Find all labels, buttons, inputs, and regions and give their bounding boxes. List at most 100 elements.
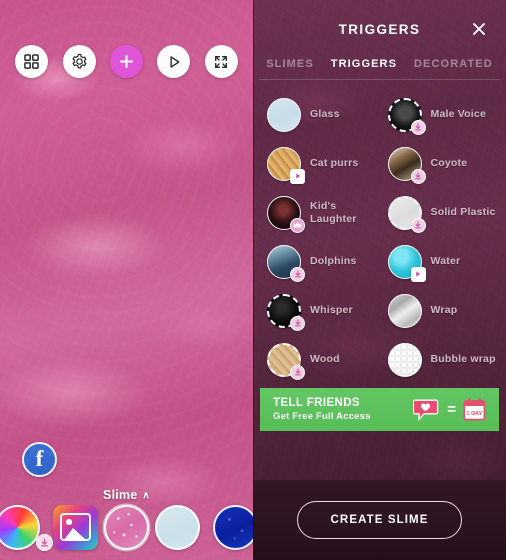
light-blue-slime[interactable] (154, 504, 200, 550)
image-icon (60, 513, 92, 541)
facebook-share-button[interactable]: f (22, 442, 57, 477)
trigger-label: Bubble wrap (430, 353, 496, 366)
close-icon (473, 23, 485, 35)
trigger-label: Whisper (310, 304, 353, 317)
premium-crown-badge (290, 217, 305, 233)
download-badge (410, 168, 426, 184)
download-arrow-icon (294, 270, 301, 278)
download-arrow-icon (415, 221, 421, 229)
trigger-thumbnail-wrap (387, 97, 426, 135)
plus-icon-button[interactable] (109, 45, 143, 78)
tell-friends-banner[interactable]: TELL FRIENDS Get Free Full Access = 1 DA… (260, 388, 499, 431)
tab-decorated[interactable]: DECORATED (414, 58, 493, 70)
gear-icon-button[interactable] (62, 45, 96, 78)
panel-header: TRIGGERS (253, 0, 506, 58)
trigger-thumbnail-wrap (387, 342, 422, 377)
trigger-thumbnail-wrap (387, 146, 426, 184)
trigger-label: Dolphins (310, 255, 357, 268)
create-slime-button[interactable]: CREATE SLIME (297, 501, 462, 539)
gear-icon (72, 53, 87, 69)
grid-icon-button[interactable] (15, 45, 49, 78)
trigger-label: Solid Plastic (430, 206, 496, 219)
trigger-item[interactable]: Dolphins (259, 237, 380, 286)
fullscreen-icon-button[interactable] (204, 45, 238, 78)
play-badge (410, 266, 426, 282)
play-icon-button[interactable] (157, 45, 191, 78)
tab-triggers[interactable]: TRIGGERS (331, 58, 397, 70)
trigger-item[interactable]: Kid's Laughter (259, 188, 380, 237)
download-arrow-icon (294, 319, 301, 327)
calendar-day-text: 1 DAY (466, 411, 482, 417)
download-badge (290, 266, 305, 282)
trigger-label: Kid's Laughter (310, 199, 357, 225)
trigger-item[interactable]: Cat purrs (259, 139, 380, 188)
trigger-grid: Glass Male Voice Cat purrs Coyote Kid's Laug… (253, 80, 506, 380)
top-toolbar (0, 45, 253, 78)
dark-blue-slime[interactable] (213, 504, 253, 550)
grid-icon (24, 54, 39, 69)
trigger-thumbnail-wrap (387, 195, 426, 233)
trigger-item[interactable]: Solid Plastic (380, 188, 501, 237)
chevron-up-icon: ∧ (142, 489, 150, 501)
play-badge (290, 168, 305, 184)
swatch-slot-1 (51, 504, 102, 550)
promo-icon-group: = 1 DAY (413, 397, 486, 422)
panel-divider (253, 0, 254, 560)
heart-speech-bubble-icon (413, 399, 439, 422)
plus-icon (119, 54, 134, 69)
trigger-item[interactable]: Glass (259, 90, 380, 139)
trigger-item[interactable]: Water (380, 237, 501, 286)
facebook-icon-label: f (35, 445, 44, 471)
trigger-thumbnail-wrap (267, 146, 305, 184)
create-slime-footer: CREATE SLIME (253, 480, 506, 560)
trigger-label: Male Voice (430, 108, 486, 121)
trigger-item[interactable]: Whisper (259, 286, 380, 335)
gallery-picker[interactable] (53, 504, 99, 550)
crown-icon (293, 222, 302, 228)
download-badge (410, 119, 426, 135)
trigger-item[interactable]: Wrap (380, 286, 501, 335)
trigger-thumbnail (387, 342, 422, 377)
page-title: TRIGGERS (338, 21, 421, 37)
triggers-panel: TRIGGERS SLIMES TRIGGERS DECORATED Glass Ma… (253, 0, 506, 560)
equals-sign: = (447, 401, 456, 418)
trigger-thumbnail-wrap (387, 293, 422, 328)
tab-slimes[interactable]: SLIMES (266, 58, 314, 70)
promo-subtitle: Get Free Full Access (273, 411, 371, 422)
download-arrow-icon (294, 368, 301, 376)
download-badge (290, 364, 305, 380)
play-icon (416, 271, 421, 277)
download-arrow-icon (415, 123, 421, 131)
promo-text-block: TELL FRIENDS Get Free Full Access (273, 397, 413, 422)
close-button[interactable] (468, 18, 490, 40)
trigger-item[interactable]: Bubble wrap (380, 335, 501, 384)
download-arrow-icon (415, 172, 421, 180)
fullscreen-icon (215, 55, 228, 68)
promo-title: TELL FRIENDS (273, 397, 361, 409)
swatch-slot-3 (152, 504, 203, 550)
trigger-thumbnail-wrap (267, 244, 305, 282)
swatch-slot-4 (202, 504, 253, 550)
download-badge (410, 217, 426, 233)
trigger-thumbnail-wrap (267, 342, 305, 380)
trigger-item[interactable]: Wood (259, 335, 380, 384)
trigger-label: Water (430, 255, 461, 268)
swatch-slot-0 (0, 504, 53, 551)
download-arrow-icon (40, 537, 48, 546)
trigger-label: Cat purrs (310, 157, 359, 170)
trigger-item[interactable]: Coyote (380, 139, 501, 188)
trigger-label: Wood (310, 353, 340, 366)
trigger-thumbnail-wrap (267, 97, 301, 132)
trigger-item[interactable]: Male Voice (380, 90, 501, 139)
slime-swatch-strip (0, 500, 253, 554)
tab-bar: SLIMES TRIGGERS DECORATED (253, 58, 506, 79)
trigger-thumbnail-wrap (267, 195, 305, 233)
trigger-thumbnail-wrap (267, 293, 305, 331)
trigger-label: Wrap (430, 304, 458, 317)
play-icon (295, 173, 300, 179)
pink-glitter-slime[interactable] (103, 504, 149, 550)
trigger-thumbnail-wrap (387, 244, 426, 282)
slime-canvas-panel[interactable]: f Slime ∧ (0, 0, 253, 560)
rainbow-slime[interactable] (0, 504, 40, 550)
app-root: f Slime ∧ TRIGGERS SLIMES TRIGGERS DECORAT… (0, 0, 506, 560)
